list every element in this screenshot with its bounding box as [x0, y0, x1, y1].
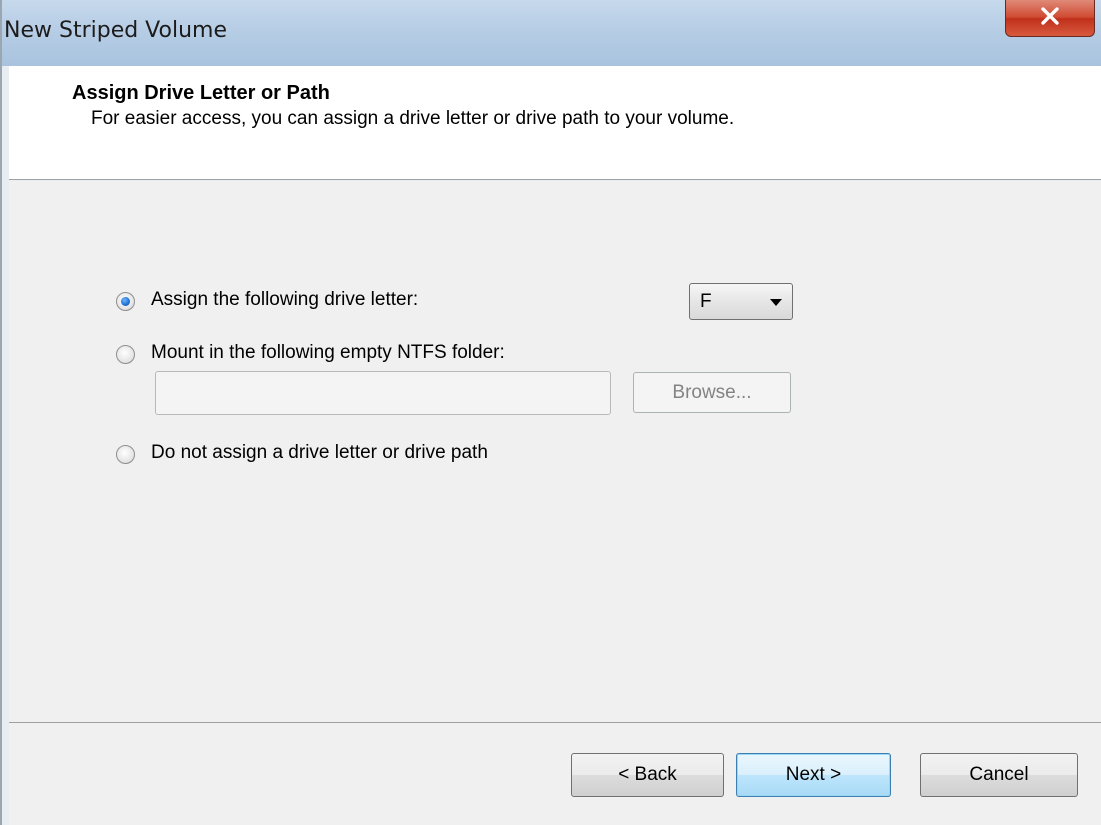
wizard-footer: < Back Next > Cancel — [9, 722, 1101, 825]
wizard-header: Assign Drive Letter or Path For easier a… — [9, 66, 1101, 180]
mount-folder-radio[interactable] — [116, 345, 135, 364]
assign-letter-radio[interactable] — [116, 292, 135, 311]
no-assign-radio[interactable] — [116, 445, 135, 464]
browse-button[interactable]: Browse... — [633, 372, 791, 413]
cancel-button[interactable]: Cancel — [920, 753, 1078, 797]
window-title: New Striped Volume — [4, 18, 228, 43]
wizard-body: Assign the following drive letter: F Mou… — [9, 181, 1101, 722]
chevron-down-icon — [770, 299, 782, 306]
title-bar[interactable]: New Striped Volume — [2, 0, 1101, 66]
mount-folder-label[interactable]: Mount in the following empty NTFS folder… — [151, 342, 505, 364]
drive-letter-select[interactable]: F — [689, 283, 793, 320]
page-title: Assign Drive Letter or Path — [72, 82, 330, 104]
dialog-window: New Striped Volume Assign Drive Letter o… — [0, 0, 1101, 825]
no-assign-label[interactable]: Do not assign a drive letter or drive pa… — [151, 442, 488, 464]
drive-letter-value: F — [700, 291, 712, 312]
close-button[interactable] — [1005, 0, 1095, 37]
page-subtitle: For easier access, you can assign a driv… — [91, 108, 735, 129]
next-button[interactable]: Next > — [736, 753, 891, 797]
assign-letter-label[interactable]: Assign the following drive letter: — [151, 289, 418, 311]
close-icon — [1039, 6, 1061, 31]
folder-path-input[interactable] — [155, 371, 611, 415]
back-button[interactable]: < Back — [571, 753, 724, 797]
